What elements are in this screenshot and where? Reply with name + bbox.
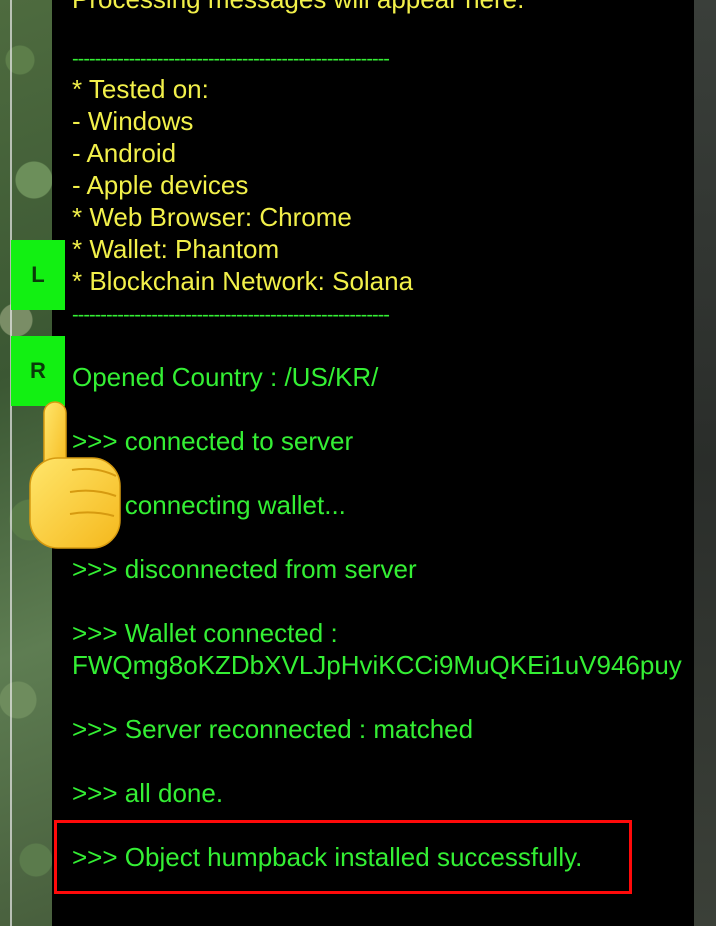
right-button[interactable]: R <box>11 336 65 406</box>
console-panel: Processing messages will appear here. --… <box>52 0 694 926</box>
wallet-info: * Wallet: Phantom <box>72 234 280 264</box>
platform-item: - Android <box>72 138 177 168</box>
wallet-address: FWQmg8oKZDbXVLJpHviKCCi9MuQKEi1uV946puy <box>72 650 682 680</box>
console-header-partial: Processing messages will appear here. <box>72 0 524 14</box>
platform-item: - Windows <box>72 106 194 136</box>
log-line: >>> Server reconnected : matched <box>72 714 474 744</box>
separator-bottom: ----------------------------------------… <box>72 304 390 326</box>
log-line: >>> disconnected from server <box>72 554 417 584</box>
log-line: >>> Wallet connected : <box>72 618 338 648</box>
browser-info: * Web Browser: Chrome <box>72 202 352 232</box>
separator-top: ----------------------------------------… <box>72 48 390 70</box>
log-line: Opened Country : /US/KR/ <box>72 362 379 392</box>
log-line: >>> all done. <box>72 778 224 808</box>
tested-on-heading: * Tested on: <box>72 74 209 104</box>
network-info: * Blockchain Network: Solana <box>72 266 414 296</box>
success-message: >>> Object humpback installed successful… <box>72 842 583 872</box>
map-background-right <box>694 0 716 926</box>
platform-item: - Apple devices <box>72 170 249 200</box>
pointing-hand-emoji-icon <box>29 401 121 549</box>
left-button[interactable]: L <box>11 240 65 310</box>
